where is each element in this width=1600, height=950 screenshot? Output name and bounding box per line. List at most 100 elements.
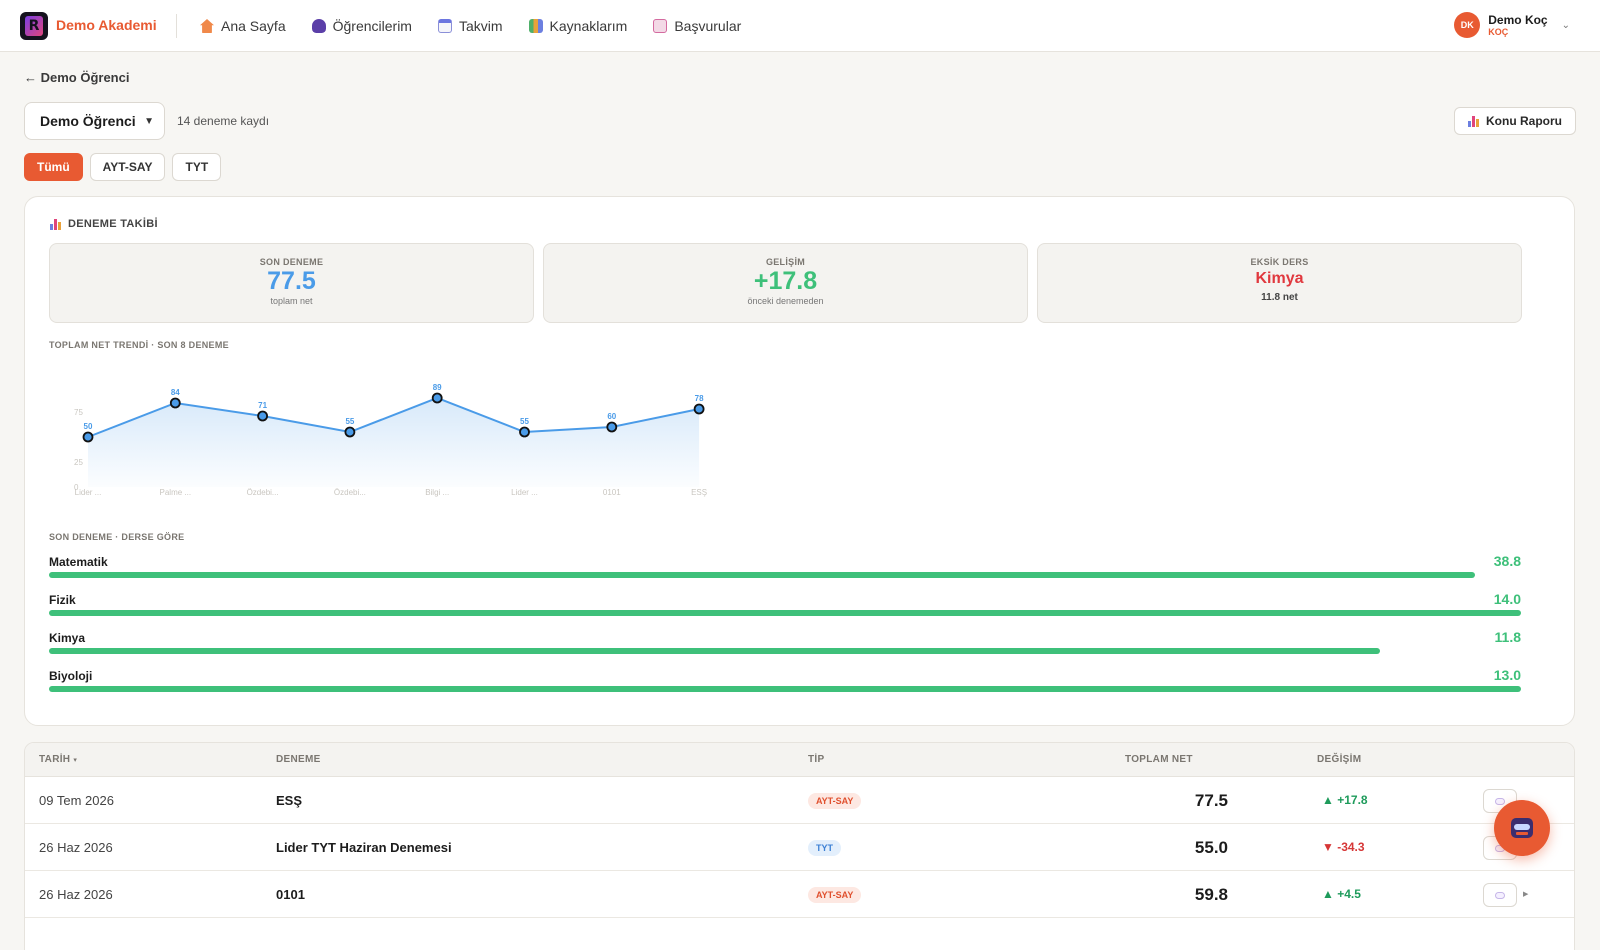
nav-item-label: Başvurular bbox=[674, 18, 742, 34]
books-icon bbox=[528, 19, 543, 33]
subject-name: Matematik bbox=[49, 555, 108, 569]
assistant-bot-button[interactable] bbox=[1494, 800, 1550, 856]
app-logo-icon[interactable]: R bbox=[20, 12, 48, 40]
subject-bar bbox=[49, 610, 1521, 616]
student-select[interactable]: Demo Öğrenci ▼ bbox=[24, 102, 165, 140]
nav-divider bbox=[176, 14, 177, 38]
tab-tyt[interactable]: TYT bbox=[172, 153, 222, 181]
row-change: ▲ +4.5 bbox=[1322, 887, 1361, 901]
data-label: 50 bbox=[84, 422, 93, 431]
table-row[interactable]: 09 Tem 2026 ESŞ AYT-SAY 77.5 ▲ +17.8 bbox=[25, 777, 1574, 824]
col-date[interactable]: TARİH ▾ bbox=[39, 754, 77, 765]
stat-label: EKSİK DERS bbox=[1250, 257, 1309, 267]
student-select-value: Demo Öğrenci bbox=[40, 113, 136, 129]
x-tick-label: Lider ... bbox=[75, 488, 102, 497]
row-change: ▲ +17.8 bbox=[1322, 793, 1368, 807]
brand-name[interactable]: Demo Akademi bbox=[56, 17, 157, 33]
nav-item-label: Öğrencilerim bbox=[332, 18, 412, 34]
y-tick-label: 75 bbox=[74, 408, 83, 417]
subject-bar bbox=[49, 686, 1521, 692]
data-point[interactable] bbox=[693, 403, 705, 415]
nav-item-resources[interactable]: Kaynaklarım bbox=[528, 18, 628, 34]
subject-bar bbox=[49, 572, 1476, 578]
data-point[interactable] bbox=[519, 426, 530, 438]
subject-name: Kimya bbox=[49, 631, 86, 645]
nav-item-home[interactable]: Ana Sayfa bbox=[200, 18, 286, 34]
x-tick-label: ESŞ bbox=[691, 488, 707, 497]
data-point[interactable] bbox=[82, 431, 94, 443]
card-title: DENEME TAKİBİ bbox=[50, 218, 158, 230]
row-name: 0101 bbox=[276, 887, 305, 902]
stat-value: +17.8 bbox=[753, 267, 818, 295]
tab-ayt-say[interactable]: AYT-SAY bbox=[89, 153, 166, 181]
data-label: 78 bbox=[695, 394, 704, 403]
col-type: TİP bbox=[808, 754, 825, 765]
x-tick-label: Palme ... bbox=[160, 488, 192, 497]
subject-row-matematik: Matematik 38.8 bbox=[49, 553, 1521, 578]
caret-right-icon[interactable]: ▶ bbox=[1523, 890, 1528, 898]
stat-value: 77.5 bbox=[267, 267, 316, 295]
stat-label: GELİŞİM bbox=[765, 257, 806, 267]
table-header: TARİH ▾ DENEME TİP TOPLAM NET DEĞİŞİM bbox=[25, 743, 1574, 777]
row-name: ESŞ bbox=[276, 793, 303, 808]
subject-track bbox=[49, 610, 1521, 616]
chevron-down-icon: ⌄ bbox=[1561, 19, 1570, 31]
x-tick-label: Özdebi... bbox=[247, 488, 279, 497]
home-icon bbox=[200, 19, 214, 33]
topic-report-label: Konu Raporu bbox=[1486, 114, 1562, 128]
bar-chart-icon bbox=[1468, 115, 1480, 127]
trend-label: TOPLAM NET TRENDİ · SON 8 DENEME bbox=[49, 340, 229, 350]
nav-item-label: Ana Sayfa bbox=[221, 18, 286, 34]
exam-type-tabs: Tümü AYT-SAY TYT bbox=[24, 153, 222, 181]
nav-item-label: Kaynaklarım bbox=[549, 18, 628, 34]
subject-value: 14.0 bbox=[1493, 591, 1521, 607]
nav-item-calendar[interactable]: Takvim bbox=[437, 18, 503, 34]
type-badge: TYT bbox=[808, 840, 841, 856]
data-point[interactable] bbox=[606, 421, 618, 433]
chevron-down-icon: ▼ bbox=[144, 116, 154, 127]
subject-name: Biyoloji bbox=[49, 669, 93, 683]
nav-item-students[interactable]: Öğrencilerim bbox=[311, 18, 412, 34]
top-navbar: R Demo Akademi Ana Sayfa Öğrencilerim Ta… bbox=[0, 0, 1600, 52]
row-net: 55.0 bbox=[1194, 838, 1228, 857]
stat-sub: 11.8 net bbox=[1261, 292, 1298, 303]
data-label: 60 bbox=[607, 412, 616, 421]
comment-button[interactable] bbox=[1483, 883, 1517, 907]
data-point[interactable] bbox=[169, 397, 181, 409]
data-label: 84 bbox=[171, 388, 180, 397]
data-point[interactable] bbox=[344, 426, 356, 438]
data-label: 71 bbox=[258, 401, 267, 410]
record-count: 14 deneme kaydı bbox=[177, 114, 270, 128]
row-date: 09 Tem 2026 bbox=[39, 793, 114, 808]
table-row[interactable]: 26 Haz 2026 0101 AYT-SAY 59.8 ▲ +4.5 ▶ bbox=[25, 871, 1574, 918]
user-name: Demo Koç bbox=[1488, 12, 1548, 27]
stat-value: Kimya bbox=[1255, 270, 1304, 287]
exam-table: TARİH ▾ DENEME TİP TOPLAM NET DEĞİŞİM 09… bbox=[24, 742, 1575, 950]
subject-row-fizik: Fizik 14.0 bbox=[49, 591, 1521, 616]
subject-row-biyoloji: Biyoloji 13.0 bbox=[49, 667, 1521, 692]
x-tick-label: Lider ... bbox=[511, 488, 538, 497]
back-link[interactable]: ← Demo Öğrenci bbox=[24, 70, 129, 85]
user-menu[interactable]: DK Demo Koç KOÇ ⌄ bbox=[1454, 12, 1570, 38]
topic-report-button[interactable]: Konu Raporu bbox=[1454, 107, 1576, 135]
trend-line-chart: 7525050Lider ...84Palme ...71Özdebi...55… bbox=[74, 383, 707, 497]
data-label: 55 bbox=[520, 417, 529, 426]
comment-icon bbox=[1495, 891, 1505, 899]
subject-bar bbox=[49, 648, 1380, 654]
stat-last-exam: SON DENEME 77.5 toplam net bbox=[49, 243, 534, 323]
y-tick-label: 25 bbox=[74, 458, 83, 467]
table-row[interactable]: 26 Haz 2026 Lider TYT Haziran Denemesi T… bbox=[25, 824, 1574, 871]
subject-name: Fizik bbox=[49, 593, 76, 607]
user-role: KOÇ bbox=[1488, 26, 1509, 37]
stat-progress: GELİŞİM +17.8 önceki denemeden bbox=[543, 243, 1028, 323]
data-point[interactable] bbox=[257, 410, 269, 422]
row-date: 26 Haz 2026 bbox=[39, 840, 113, 855]
nav-item-applications[interactable]: Başvurular bbox=[653, 18, 741, 34]
tab-all[interactable]: Tümü bbox=[24, 153, 83, 181]
inbox-icon bbox=[653, 19, 668, 33]
nav-item-label: Takvim bbox=[458, 18, 503, 34]
data-label: 89 bbox=[433, 383, 442, 392]
comment-icon bbox=[1495, 797, 1505, 805]
card-title-text: DENEME TAKİBİ bbox=[68, 218, 158, 230]
data-point[interactable] bbox=[431, 392, 443, 404]
